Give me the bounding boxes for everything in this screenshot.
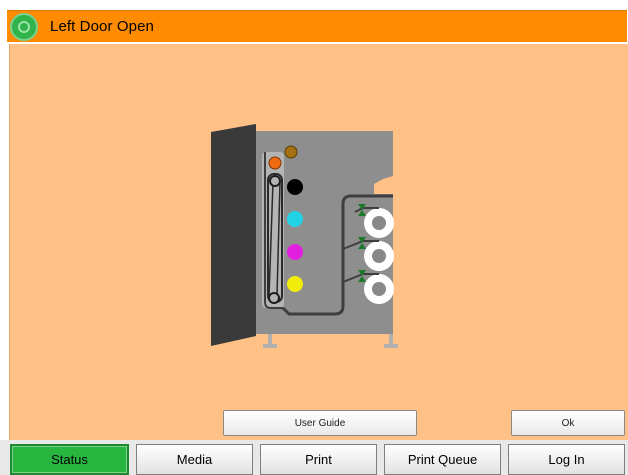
toner-cyan	[287, 211, 303, 227]
tab-print-queue[interactable]: Print Queue	[384, 444, 501, 475]
toner-magenta	[287, 244, 303, 260]
page-title: Left Door Open	[50, 18, 154, 35]
door-panel	[211, 124, 256, 346]
tab-media[interactable]: Media	[136, 444, 253, 475]
bottom-nav: Status Media Print Print Queue Log In	[0, 440, 628, 475]
printer-diagram	[211, 124, 398, 348]
status-ok-icon	[10, 13, 38, 41]
tab-status[interactable]: Status	[10, 444, 129, 475]
title-bar: Left Door Open	[7, 10, 627, 42]
tab-log-in[interactable]: Log In	[508, 444, 625, 475]
ok-button[interactable]: Ok	[511, 410, 625, 436]
printer-feet	[263, 334, 398, 348]
app-window: Left Door Open User Guide Ok Status Medi…	[0, 0, 628, 475]
content-area: User Guide Ok	[9, 44, 628, 440]
user-guide-button[interactable]: User Guide	[223, 410, 417, 436]
toner-black	[287, 179, 303, 195]
toner-yellow	[287, 276, 303, 292]
tab-print[interactable]: Print	[260, 444, 377, 475]
